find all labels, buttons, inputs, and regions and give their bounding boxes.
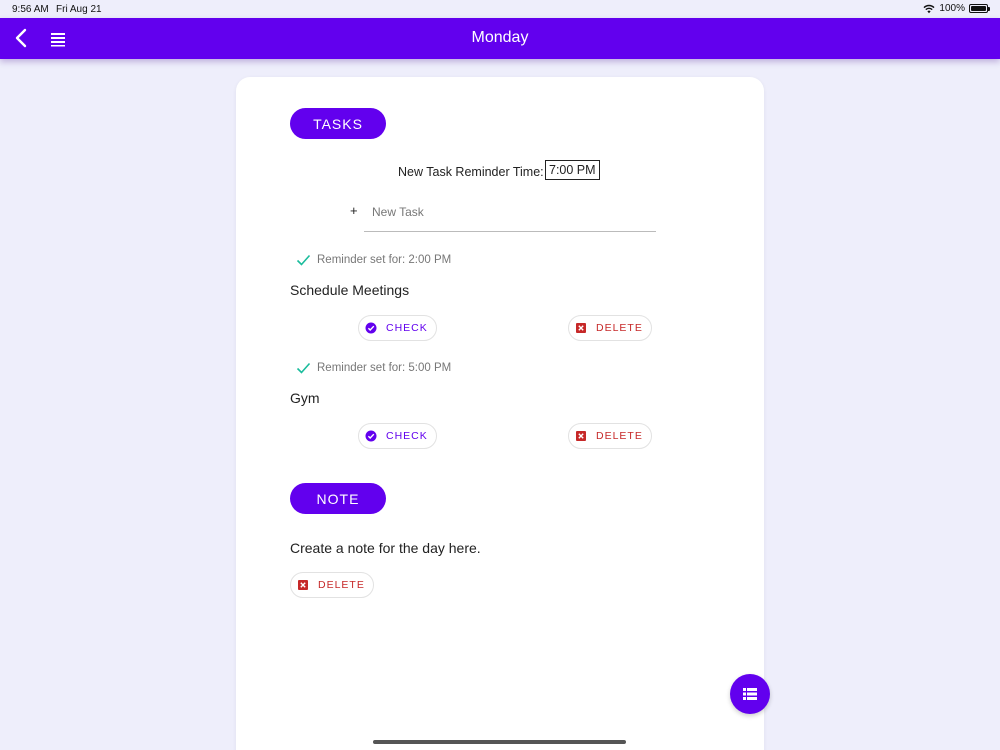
add-icon[interactable]: +	[350, 203, 358, 218]
close-box-icon	[298, 580, 308, 590]
status-bar: 9:56 AM Fri Aug 21 100%	[0, 0, 1000, 18]
day-card: TASKS New Task Reminder Time: 7:00 PM + …	[236, 77, 764, 750]
check-button[interactable]: CHECK	[358, 423, 437, 449]
page-title: Monday	[471, 29, 529, 46]
close-box-icon	[576, 323, 586, 333]
check-circle-icon	[365, 322, 377, 334]
status-time: 9:56 AM	[12, 4, 49, 15]
list-icon	[743, 688, 757, 700]
reminder-time-label: New Task Reminder Time:	[398, 165, 544, 179]
home-indicator[interactable]	[373, 740, 626, 744]
task-reminder-status: Reminder set for: 2:00 PM	[296, 254, 451, 266]
note-header-button[interactable]: NOTE	[290, 483, 386, 514]
delete-label: DELETE	[596, 322, 643, 334]
check-label: CHECK	[386, 430, 428, 442]
wifi-icon	[923, 4, 935, 13]
delete-button[interactable]: DELETE	[568, 423, 652, 449]
task-reminder-status: Reminder set for: 5:00 PM	[296, 362, 451, 374]
check-circle-icon	[365, 430, 377, 442]
list-fab-button[interactable]	[730, 674, 770, 714]
task-reminder-text: Reminder set for: 5:00 PM	[317, 362, 452, 374]
battery-percent: 100%	[939, 3, 965, 14]
check-label: CHECK	[386, 322, 428, 334]
checkmark-icon	[296, 362, 311, 374]
reminder-time-input[interactable]: 7:00 PM	[545, 160, 600, 180]
delete-note-button[interactable]: DELETE	[290, 572, 374, 598]
task-name: Schedule Meetings	[290, 282, 410, 298]
check-button[interactable]: CHECK	[358, 315, 437, 341]
tasks-header-button[interactable]: TASKS	[290, 108, 386, 139]
delete-button[interactable]: DELETE	[568, 315, 652, 341]
battery-icon	[969, 4, 990, 13]
task-name: Gym	[290, 390, 320, 406]
status-date: Fri Aug 21	[56, 4, 102, 15]
new-task-input[interactable]	[364, 205, 656, 232]
task-reminder-text: Reminder set for: 2:00 PM	[317, 254, 452, 266]
status-right: 100%	[923, 3, 990, 14]
note-text[interactable]: Create a note for the day here.	[290, 540, 481, 556]
delete-label: DELETE	[596, 430, 643, 442]
close-box-icon	[576, 431, 586, 441]
app-bar: Monday	[0, 18, 1000, 59]
checkmark-icon	[296, 254, 311, 266]
delete-label: DELETE	[318, 579, 365, 591]
